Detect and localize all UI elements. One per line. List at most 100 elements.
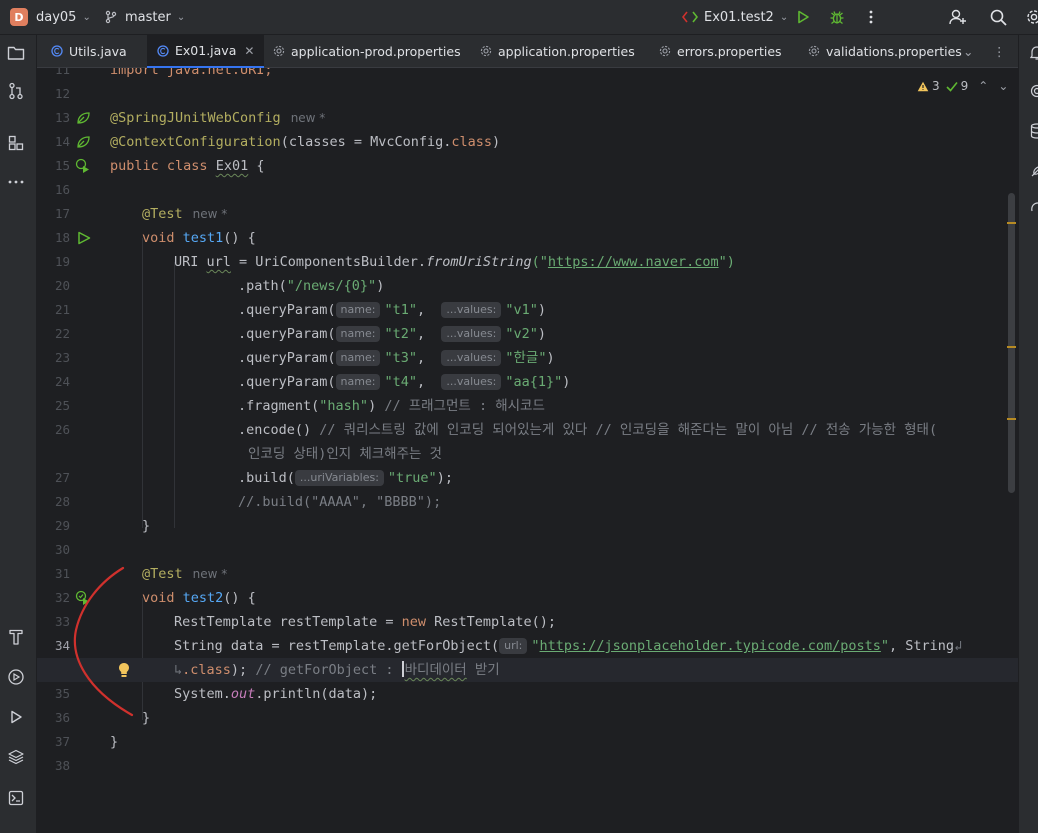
tab-validations-properties[interactable]: validations.properties — [808, 35, 962, 67]
maven-tool-button[interactable] — [1025, 159, 1038, 183]
close-icon[interactable]: ✕ — [244, 44, 254, 58]
run-test-icon[interactable] — [77, 231, 91, 245]
author-hint[interactable]: new * — [193, 207, 228, 221]
chevron-down-icon: ⌄ — [963, 43, 974, 59]
add-user-button[interactable] — [946, 0, 970, 34]
line-number: 15 — [54, 158, 70, 173]
run-class-icon[interactable] — [75, 158, 91, 174]
code-line: 22 .queryParam(name: "t2", ...values: "v2"… — [37, 322, 1018, 346]
database-tool-button[interactable] — [1025, 119, 1038, 143]
more-tools-button[interactable] — [4, 170, 28, 194]
code-token: String data = restTemplate.getForObject( — [174, 638, 500, 654]
tab-label: application-prod.properties — [291, 43, 461, 59]
variable-name: url — [206, 254, 231, 270]
branch-name: master — [125, 9, 171, 25]
code-line: 14 @ContextConfiguration(classes = MvcCo… — [37, 130, 1018, 154]
notifications-tool-button[interactable] — [1025, 41, 1038, 65]
tab-errors-properties[interactable]: errors.properties — [659, 35, 782, 67]
layers-icon — [8, 749, 24, 765]
tab-options-button[interactable]: ⋮ — [993, 35, 1006, 67]
java-class-icon — [51, 45, 63, 57]
code-text: void test2() { — [142, 586, 256, 610]
run-tool-button[interactable] — [4, 705, 28, 729]
tab-ex01-java[interactable]: Ex01.java ✕ — [147, 35, 265, 68]
tab-application-properties[interactable]: application.properties — [480, 35, 635, 67]
code-text: .fragment("hash") // 프래그먼트 : 해시코드 — [238, 394, 545, 418]
code-token: class — [451, 134, 493, 150]
method-name: test1 — [182, 230, 224, 246]
gradle-tool-button[interactable] — [1025, 195, 1038, 219]
spring-bean-icon[interactable] — [75, 134, 91, 150]
ai-tool-button[interactable] — [1025, 79, 1038, 103]
code-token: "v2" — [505, 326, 538, 342]
url-link[interactable]: https://www.naver.com — [548, 254, 719, 270]
debug-button[interactable] — [825, 0, 849, 34]
line-number: 17 — [54, 206, 70, 221]
more-horizontal-icon — [8, 180, 24, 184]
code-text: } — [110, 730, 118, 754]
layers-tool-button[interactable] — [4, 745, 28, 769]
commit-tool-button[interactable] — [4, 79, 28, 103]
services-tool-button[interactable] — [4, 665, 28, 689]
soft-wrap-icon: ↳ — [174, 662, 183, 678]
tab-application-prod-properties[interactable]: application-prod.properties — [273, 35, 461, 67]
code-token: .queryParam( — [238, 302, 336, 318]
more-vertical-icon: ⋮ — [993, 43, 1006, 59]
code-line: 37 } — [37, 730, 1018, 754]
spring-bean-icon[interactable] — [75, 110, 91, 126]
code-token: ); — [436, 470, 453, 486]
tab-utils-java[interactable]: Utils.java — [51, 35, 127, 67]
run-button[interactable] — [791, 0, 815, 34]
code-token: { — [256, 158, 265, 174]
url-link[interactable]: https://jsonplaceholder.typicode.com/pos… — [540, 638, 881, 654]
code-text: RestTemplate restTemplate = new RestTemp… — [174, 610, 556, 634]
line-number: 38 — [54, 758, 70, 773]
code-line: 23 .queryParam(name: "t3", ...values: "한글"… — [37, 346, 1018, 370]
code-token: @Test — [142, 206, 183, 222]
author-hint[interactable]: new * — [193, 567, 228, 581]
code-token: = UriComponentsBuilder. — [230, 254, 426, 270]
git-branch-icon — [105, 10, 117, 24]
line-number: 13 — [54, 110, 70, 125]
bug-icon — [830, 11, 844, 25]
gear-icon — [1027, 10, 1038, 24]
more-actions-button[interactable] — [859, 0, 883, 34]
code-line: 20 .path("/news/{0}") — [37, 274, 1018, 298]
tab-list-button[interactable]: ⌄ — [963, 35, 973, 67]
terminal-icon — [8, 790, 24, 806]
code-line: 17 @Test new * — [37, 202, 1018, 226]
settings-button[interactable] — [1022, 0, 1038, 34]
code-line: 26 .encode() // 쿼리스트링 값에 인코딩 되어있는게 있다 //… — [37, 418, 1018, 442]
code-editor[interactable]: 3 9 ⌃ ⌄ 11 import java.net.URI; 12 13 @S… — [37, 68, 1018, 833]
pull-request-icon — [9, 82, 23, 100]
line-number: 25 — [54, 398, 70, 413]
code-line: 12 — [37, 82, 1018, 106]
line-number: 37 — [54, 734, 70, 749]
code-token: System. — [174, 686, 231, 702]
code-token: "t2" — [384, 326, 417, 342]
project-selector[interactable]: D day05 ⌄ — [10, 0, 91, 34]
endpoints-tool-button[interactable] — [4, 625, 28, 649]
code-token: URI — [174, 254, 207, 270]
branch-selector[interactable]: master ⌄ — [104, 0, 185, 34]
structure-tool-button[interactable] — [4, 131, 28, 155]
code-comment: 바디데이터 — [404, 662, 467, 678]
code-line: 30 — [37, 538, 1018, 562]
code-token: } — [110, 734, 119, 750]
project-tool-button[interactable] — [4, 41, 28, 65]
folder-icon — [7, 46, 25, 60]
code-token: "aa{1}" — [505, 374, 563, 390]
project-name: day05 — [36, 9, 77, 25]
search-button[interactable] — [986, 0, 1010, 34]
code-token: .path( — [238, 278, 287, 294]
run-config-selector[interactable]: Ex01.test2 ⌄ — [682, 0, 788, 34]
code-token: (classes = MvcConfig. — [280, 134, 452, 150]
code-text: 인코딩 상태)인지 체크해주는 것 — [248, 442, 442, 466]
terminal-tool-button[interactable] — [4, 786, 28, 810]
code-line: 19 URI url = UriComponentsBuilder.fromUr… — [37, 250, 1018, 274]
author-hint[interactable]: new * — [291, 111, 326, 125]
hammer-icon — [9, 629, 23, 645]
parameter-hint: name: — [335, 350, 381, 366]
code-token: ); — [230, 662, 248, 678]
code-token: ) — [546, 350, 555, 366]
